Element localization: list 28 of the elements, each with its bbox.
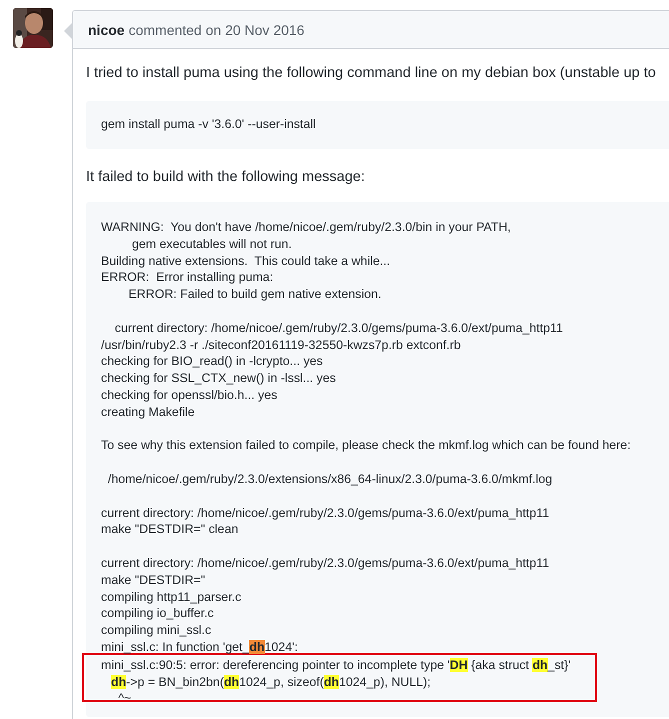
code-line: checking for SSL_CTX_new() in -lssl... yes	[101, 370, 337, 387]
code-line: /home/nicoe/.gem/ruby/2.3.0/extensions/x86_64-linux/2.3.0/puma-3.6.0/mkmf.log	[106, 470, 554, 488]
code-line: gem install puma -v '3.6.0' --user-install	[101, 116, 317, 133]
body-text: It failed to build with the following message:	[86, 168, 366, 187]
code-line: make "DESTDIR="	[101, 572, 206, 589]
code-line: compiling io_buffer.c	[101, 605, 215, 622]
code-line: mini_ssl.c: In function 'get_dh1024':	[101, 638, 299, 656]
code-line: ERROR: Error installing puma:	[101, 269, 274, 286]
code-line: current directory: /home/nicoe/.gem/ruby/2.3.0/gems/puma-3.6.0/ext/puma_http11	[101, 554, 550, 572]
code-line: gem executables will not run.	[130, 236, 293, 253]
code-line: make "DESTDIR=" clean	[101, 521, 240, 538]
code-line: checking for BIO_read() in -lcrypto... yes	[101, 353, 324, 370]
code-line: current directory: /home/nicoe/.gem/ruby/2.3.0/gems/puma-3.6.0/ext/puma_http11	[101, 504, 550, 522]
code-line: /usr/bin/ruby2.3 -r ./siteconf20161119-32550-kwzs7p.rb extconf.rb	[101, 336, 462, 354]
code-line: current directory: /home/nicoe/.gem/ruby/2.3.0/gems/puma-3.6.0/ext/puma_http11	[114, 320, 564, 337]
body-text: I tried to install puma using the following command line on my debian box (unstable up to	[86, 64, 657, 83]
code-line: To see why this extension failed to compile, please check the mkmf.log which can be found here:	[101, 437, 632, 454]
code-line: ERROR: Failed to build gem native extension.	[128, 286, 382, 303]
code-line: WARNING: You don't have /home/nicoe/.gem/ruby/2.3.0/bin in your PATH,	[101, 219, 512, 236]
code-line: compiling mini_ssl.c	[101, 622, 212, 639]
code-line: compiling http11_parser.c	[101, 588, 242, 606]
comment-date: commented on 20 Nov 2016	[128, 22, 304, 38]
author-name[interactable]: nicoe	[88, 22, 125, 38]
code-line: dh->p = BN_bin2bn(dh1024_p, sizeof(dh1024_p), NULL);	[110, 674, 432, 690]
code-line: ^~	[117, 690, 132, 700]
code-line: Building native extensions. This could take a while...	[101, 252, 392, 270]
code-line: creating Makefile	[101, 404, 196, 421]
code-line: checking for openssl/bio.h... yes	[101, 386, 278, 404]
